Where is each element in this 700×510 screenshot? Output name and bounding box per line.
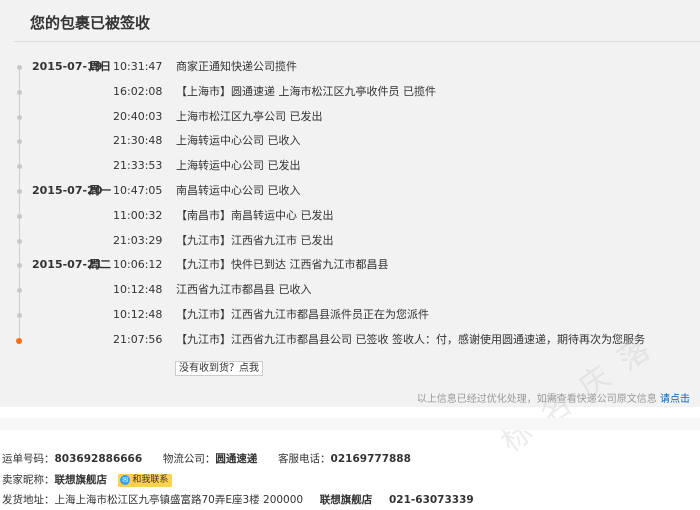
tracking-row: 10:12:48 【九江市】江西省九江市都昌县派件员正在为您派件 — [0, 307, 700, 323]
tracking-time: 10:47:05 — [113, 184, 163, 197]
seller: 联想旗舰店 — [54, 474, 108, 486]
tracking-row: 11:00:32 【南昌市】南昌转运中心 已发出 — [0, 208, 700, 224]
carrier: 圆通速递 — [215, 453, 258, 465]
tracking-number-label: 运单号码： — [2, 453, 55, 465]
tracking-description: 江西省九江市都昌县 已收入 — [176, 283, 312, 296]
not-received-button[interactable]: 没有收到货？点我 — [175, 361, 263, 376]
tracking-row: 2015-07-20 周一 10:47:05 南昌转运中心公司 已收入 — [0, 183, 700, 199]
tracking-row: 21:30:48 上海转运中心公司 已收入 — [0, 133, 700, 149]
tracking-description: 【九江市】江西省九江市都昌县公司 已签收 签收人：付，感谢使用圆通速递，期待再次… — [176, 333, 645, 346]
notice-text: 以上信息已经过优化处理，如需查看快递公司原文信息 — [416, 394, 657, 405]
tracking-row: 21:33:53 上海转运中心公司 已发出 — [0, 158, 700, 174]
carrier-label: 物流公司： — [162, 453, 216, 465]
address-phone: 021-63073339 — [388, 494, 474, 506]
notice: 以上信息已经过优化处理，如需查看快递公司原文信息 请点击 — [417, 390, 690, 405]
tracking-time: 11:00:32 — [113, 209, 163, 222]
seller-label: 卖家昵称： — [2, 474, 55, 486]
shipment-info-line-1: 运单号码：803692886666 物流公司：圆通速递 客服电话：0216977… — [2, 451, 411, 467]
notice-link[interactable]: 请点击 — [660, 394, 690, 405]
tracking-row: 20:40:03 上海市松江区九亭公司 已发出 — [0, 109, 700, 125]
tracking-row: 16:02:08 【上海市】圆通速递 上海市松江区九亭收件员 已揽件 — [0, 84, 700, 100]
tracking-time: 21:33:53 — [113, 159, 163, 172]
tracking-time: 21:07:56 — [113, 333, 163, 346]
tracking-description: 上海转运中心公司 已发出 — [176, 159, 301, 172]
chat-icon: ✉ — [120, 474, 131, 485]
shipment-info-line-3: 发货地址：上海上海市松江区九亭镇盛富路70弄E座3楼 200000 联想旗舰店 … — [2, 492, 474, 508]
phone: 02169777888 — [330, 453, 411, 465]
tracking-description: 【九江市】快件已到达 江西省九江市都昌县 — [176, 258, 389, 271]
tracking-time: 10:06:12 — [113, 258, 163, 271]
tracking-panel: 您的包裹已被签收 2015-07-19 周日 10:31:47 商家正通知快递公司揽件… — [0, 0, 700, 460]
address-seller: 联想旗舰店 — [319, 494, 373, 506]
divider — [14, 41, 700, 42]
tracking-time: 20:40:03 — [113, 110, 163, 123]
tracking-weekday: 周二 — [89, 258, 111, 271]
tracking-time: 21:03:29 — [113, 234, 163, 247]
tracking-weekday: 周日 — [89, 60, 111, 73]
tracking-number: 803692886666 — [54, 453, 143, 465]
separator — [0, 418, 700, 430]
tracking-time: 16:02:08 — [113, 85, 163, 98]
tracking-row: 2015-07-21 周二 10:06:12 【九江市】快件已到达 江西省九江市都昌县 — [0, 257, 700, 273]
tracking-time: 10:31:47 — [113, 60, 163, 73]
shipment-info-line-2: 卖家昵称：联想旗舰店 ✉ 和我联系 — [2, 472, 173, 488]
tracking-description: 【南昌市】南昌转运中心 已发出 — [176, 209, 334, 222]
contact-label: 和我联系 — [132, 474, 169, 485]
tracking-weekday: 周一 — [89, 184, 111, 197]
tracking-description: 商家正通知快递公司揽件 — [176, 60, 297, 73]
phone-label: 客服电话： — [278, 453, 331, 465]
tracking-time: 10:12:48 — [113, 283, 163, 296]
tracking-description: 【九江市】江西省九江市都昌县派件员正在为您派件 — [176, 308, 429, 321]
tracking-description: 上海市松江区九亭公司 已发出 — [176, 110, 323, 123]
page-title: 您的包裹已被签收 — [30, 14, 151, 32]
tracking-description: 【上海市】圆通速递 上海市松江区九亭收件员 已揽件 — [176, 85, 436, 98]
tracking-row: 21:03:29 【九江市】江西省九江市 已发出 — [0, 233, 700, 249]
tracking-row: 21:07:56 【九江市】江西省九江市都昌县公司 已签收 签收人：付，感谢使用圆… — [0, 332, 700, 348]
tracking-row: 2015-07-19 周日 10:31:47 商家正通知快递公司揽件 — [0, 59, 700, 75]
tracking-row: 10:12:48 江西省九江市都昌县 已收入 — [0, 282, 700, 298]
tracking-description: 南昌转运中心公司 已收入 — [176, 184, 301, 197]
address-label: 发货地址： — [2, 494, 55, 506]
tracking-time: 21:30:48 — [113, 134, 163, 147]
tracking-description: 【九江市】江西省九江市 已发出 — [176, 234, 334, 247]
tracking-time: 10:12:48 — [113, 308, 163, 321]
address: 上海上海市松江区九亭镇盛富路70弄E座3楼 200000 — [54, 494, 304, 506]
contact-seller-button[interactable]: ✉ 和我联系 — [118, 473, 173, 487]
tracking-description: 上海转运中心公司 已收入 — [176, 134, 301, 147]
